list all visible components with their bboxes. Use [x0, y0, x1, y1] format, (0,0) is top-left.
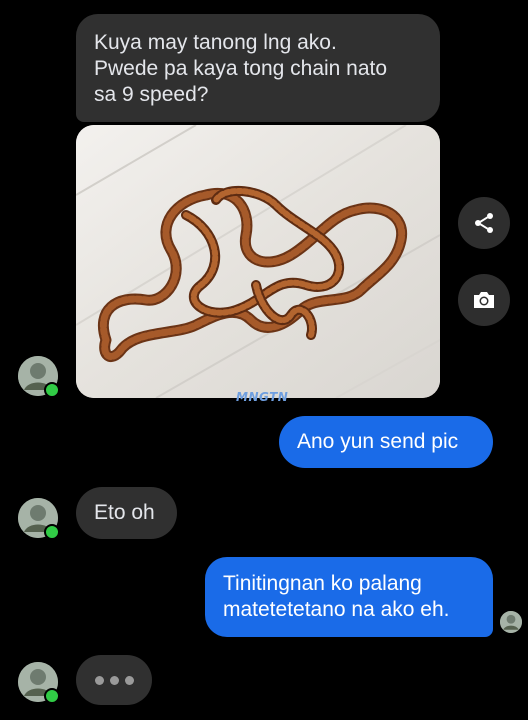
contact-avatar[interactable] [18, 662, 60, 704]
online-status-indicator [44, 382, 60, 398]
message-line: sa 9 speed? [94, 83, 209, 106]
share-icon [475, 213, 493, 233]
message-line: Kuya may tanong lng ako. [94, 31, 337, 54]
seen-avatar-image [500, 611, 522, 633]
incoming-message-question[interactable]: Kuya may tanong lng ako. Pwede pa kaya t… [76, 14, 440, 122]
photo-watermark: MNGTN [236, 390, 289, 404]
incoming-message-eto-oh[interactable]: Eto oh [76, 487, 177, 539]
seen-receipt-avatar [500, 611, 522, 633]
typing-dot [94, 675, 104, 685]
share-button[interactable] [458, 197, 510, 249]
message-line: matetetetano na ako eh. [223, 598, 450, 621]
message-text: Eto oh [94, 501, 155, 524]
chain-photo-attachment[interactable] [76, 125, 440, 398]
camera-icon [474, 292, 494, 308]
typing-dot [124, 675, 134, 685]
message-text: Ano yun send pic [297, 430, 459, 453]
contact-avatar[interactable] [18, 356, 60, 398]
camera-button[interactable] [458, 274, 510, 326]
online-status-indicator [44, 688, 60, 704]
typing-indicator [76, 655, 152, 705]
outgoing-message-send-pic[interactable]: Ano yun send pic [279, 416, 493, 468]
typing-dot [109, 675, 119, 685]
rusty-chain-image [76, 125, 440, 398]
message-line: Pwede pa kaya tong chain nato [94, 57, 388, 80]
contact-avatar[interactable] [18, 498, 60, 540]
message-line: Tinitingnan ko palang [223, 572, 422, 595]
online-status-indicator [44, 524, 60, 540]
outgoing-message-reply[interactable]: Tinitingnan ko palang matetetetano na ak… [205, 557, 493, 637]
